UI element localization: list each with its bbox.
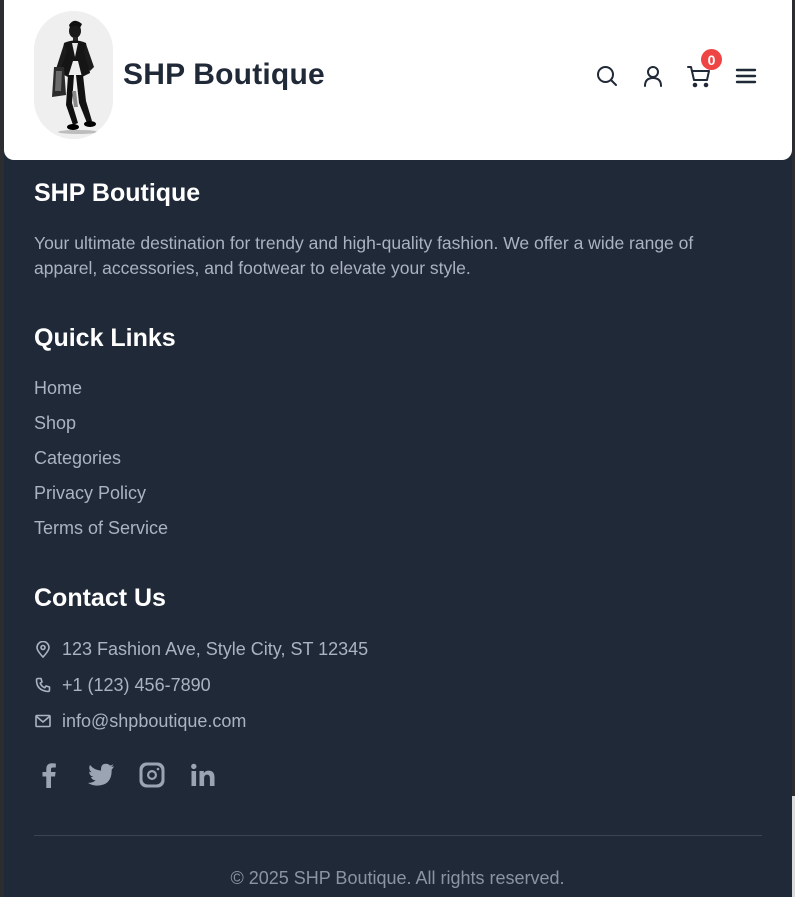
email-text[interactable]: info@shpboutique.com (62, 711, 246, 732)
user-icon[interactable] (639, 62, 667, 90)
footer-link-categories[interactable]: Categories (34, 448, 121, 469)
fashion-model-illustration (34, 11, 113, 139)
instagram-icon[interactable] (137, 760, 167, 790)
address-text: 123 Fashion Ave, Style City, ST 12345 (62, 638, 369, 659)
about-heading: SHP Boutique (34, 179, 201, 207)
site-header: SHP Boutique 0 (4, 0, 792, 160)
footer-link-terms-of-service[interactable]: Terms of Service (34, 518, 168, 539)
brand-name[interactable]: SHP Boutique (123, 58, 325, 92)
contact-email: info@shpboutique.com (34, 709, 246, 733)
footer-link-shop[interactable]: Shop (34, 413, 76, 434)
map-pin-icon (34, 640, 52, 658)
footer-link-home[interactable]: Home (34, 378, 82, 399)
quick-links-heading: Quick Links (34, 324, 176, 352)
linkedin-icon[interactable] (188, 760, 218, 790)
footer-link-privacy-policy[interactable]: Privacy Policy (34, 483, 146, 504)
contact-heading: Contact Us (34, 584, 166, 612)
phone-text[interactable]: +1 (123) 456-7890 (62, 675, 211, 696)
facebook-icon[interactable] (34, 760, 64, 790)
contact-address: 123 Fashion Ave, Style City, ST 12345 (34, 637, 368, 661)
menu-icon[interactable] (732, 62, 760, 90)
cart-count-badge: 0 (701, 49, 722, 70)
twitter-icon[interactable] (86, 760, 116, 790)
about-description: Your ultimate destination for trendy and… (34, 233, 694, 278)
brand-logo[interactable] (34, 11, 113, 139)
phone-icon (34, 676, 52, 694)
footer-divider (34, 835, 762, 836)
mail-icon (34, 712, 52, 730)
contact-phone: +1 (123) 456-7890 (34, 673, 211, 697)
page: SHP Boutique 0 SHP Boutique Your ultimat… (0, 0, 795, 897)
copyright-text: © 2025 SHP Boutique. All rights reserved… (230, 868, 565, 888)
search-icon[interactable] (593, 62, 621, 90)
